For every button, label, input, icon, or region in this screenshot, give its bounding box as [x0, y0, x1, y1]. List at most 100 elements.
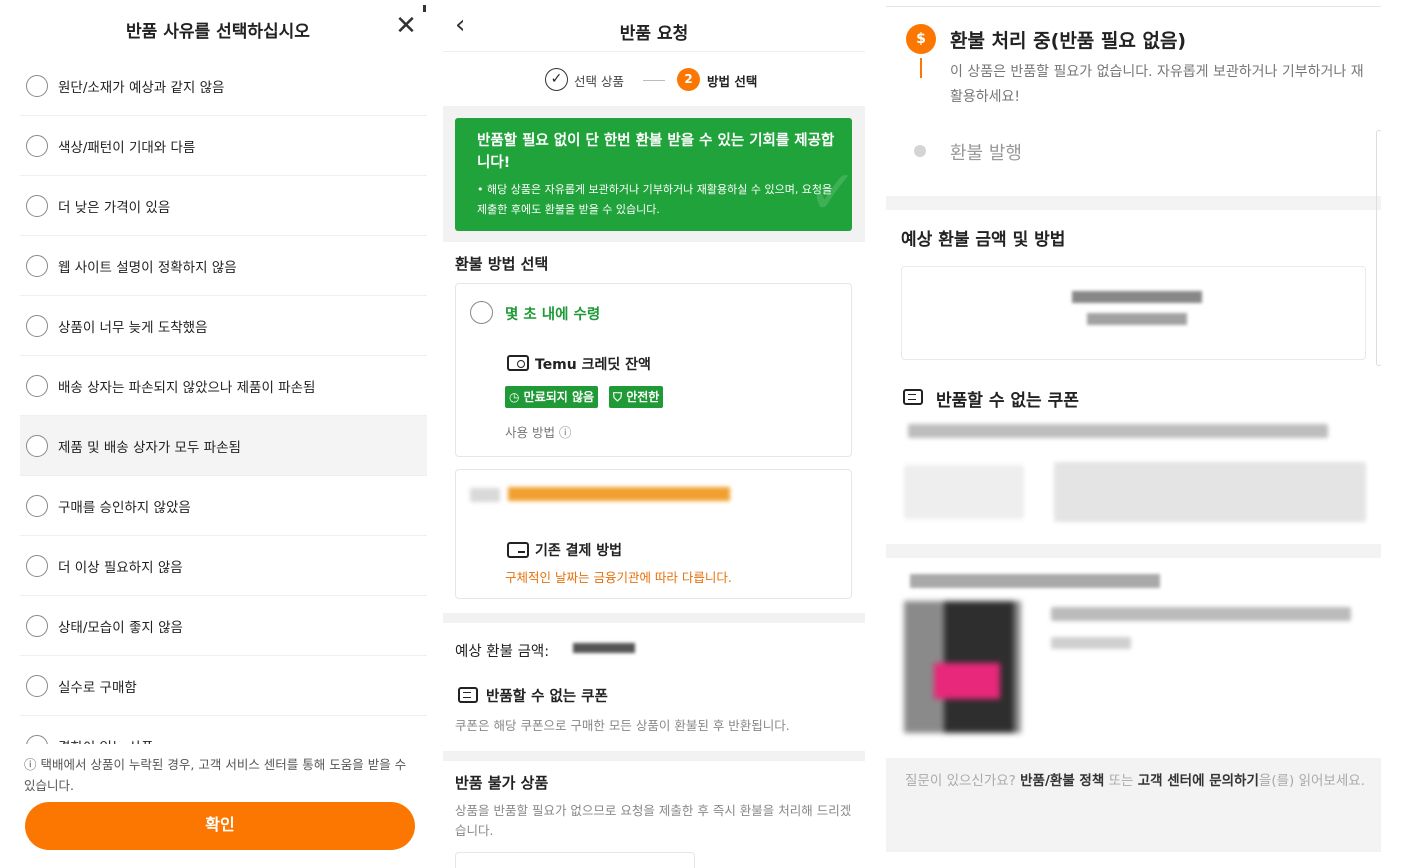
credit-option-card[interactable]: 몇 초 내에 수령 Temu 크레딧 잔액 ◷ 만료되지 않음 ⛉ 안전한 사용…: [455, 283, 852, 457]
reason-radio[interactable]: [26, 75, 48, 97]
shield-icon: ⛉: [613, 390, 623, 404]
redacted-amount: [1072, 291, 1202, 303]
step2-label: 방법 선택: [707, 74, 758, 89]
reason-option[interactable]: 구매를 승인하지 않았음: [20, 476, 427, 536]
refund-method-title: 환불 방법 선택: [455, 255, 549, 273]
processing-desc: 이 상품은 반품할 필요가 없습니다. 자유롭게 보관하거나 기부하거나 재활용…: [950, 64, 1364, 105]
coupon-note: 쿠폰은 해당 쿠폰으로 구매한 모든 상품이 환불된 후 반환됩니다.: [455, 718, 790, 733]
nonreturn-coupon-title: 반품할 수 없는 쿠폰: [486, 689, 608, 705]
expected-refund-title: 예상 환불 금액 및 방법: [901, 230, 1066, 250]
contact-link[interactable]: 고객 센터에 문의하기: [1138, 773, 1259, 789]
reason-option[interactable]: 웹 사이트 설명이 정확하지 않음: [20, 236, 427, 296]
refund-promo-banner: 반품할 필요 없이 단 한번 환불 받을 수 있는 기회를 제공합니다! • 해…: [455, 118, 852, 231]
howto-link[interactable]: 사용 방법 ⓘ: [505, 422, 571, 441]
reason-option[interactable]: 원단/소재가 예상과 같지 않음: [20, 56, 427, 116]
missing-item-note: ⓘ 택배에서 상품이 누락된 경우, 고객 서비스 센터를 통해 도움을 받을 …: [24, 757, 407, 793]
timeline-line: [920, 58, 922, 78]
original-payment-card[interactable]: 기존 결제 방법 구체적인 날짜는 금융기관에 따라 다릅니다.: [455, 469, 852, 599]
reason-label: 상품이 너무 늦게 도착했음: [58, 320, 208, 336]
wallet-icon: [507, 355, 529, 371]
close-icon[interactable]: ✕: [392, 12, 420, 40]
redacted-text: [508, 487, 730, 501]
clock-icon: ◷: [509, 390, 520, 404]
refund-status-page: $ 환불 처리 중(반품 필요 없음) 이 상품은 반품할 필요가 없습니다. …: [886, 0, 1396, 868]
processing-title: 환불 처리 중(반품 필요 없음): [950, 30, 1187, 52]
help-or: 또는: [1104, 773, 1138, 789]
product-image: [904, 601, 1021, 733]
coupon-icon: [903, 389, 923, 405]
original-payment-note: 구체적인 날짜는 금융기관에 따라 다릅니다.: [505, 570, 732, 585]
policy-link[interactable]: 반품/환불 정책: [1020, 773, 1104, 789]
reason-label: 원단/소재가 예상과 같지 않음: [58, 80, 225, 96]
section-divider: [886, 196, 1381, 210]
return-reason-sheet: 반품 사유를 선택하십시오 ✕ 원단/소재가 예상과 같지 않음색상/패턴이 기…: [0, 0, 436, 868]
section-divider-2: [886, 544, 1381, 558]
reason-label: 실수로 구매함: [58, 680, 137, 696]
status-mark: [423, 5, 426, 12]
redacted-coupon-label: [904, 465, 1024, 519]
not-expire-badge: ◷ 만료되지 않음: [505, 386, 599, 408]
banner-title: 반품할 필요 없이 단 한번 환불 받을 수 있는 기회를 제공합니다!: [477, 133, 835, 171]
reason-option[interactable]: 색상/패턴이 기대와 다름: [20, 116, 427, 176]
reason-radio[interactable]: [26, 435, 48, 457]
step-indicator: ✓ 선택 상품 2 방법 선택: [443, 62, 865, 98]
check-circle-icon: ✓: [545, 68, 568, 91]
expected-amount-label: 예상 환불 금액:: [455, 644, 550, 660]
redacted-product-spec: [1051, 637, 1131, 649]
page-header: ‹ 반품 요청: [443, 0, 865, 52]
reason-option[interactable]: 더 낮은 가격이 있음: [20, 176, 427, 236]
step-connector: [643, 80, 665, 81]
reason-radio[interactable]: [26, 135, 48, 157]
safe-label: 안전한: [626, 390, 660, 404]
reason-label: 구매를 승인하지 않았음: [58, 500, 191, 516]
step1-label: 선택 상품: [574, 74, 624, 89]
sheet-title: 반품 사유를 선택하십시오: [126, 22, 310, 42]
reason-radio[interactable]: [26, 555, 48, 577]
help-footer: 질문이 있으신가요? 반품/환불 정책 또는 고객 센터에 문의하기을(를) 읽…: [886, 758, 1381, 852]
banner-bullet: • 해당 상품은 자유롭게 보관하거나 기부하거나 재활용하실 수 있으며, 요…: [477, 183, 833, 216]
nonreturn-items-title: 반품 불가 상품: [455, 774, 549, 792]
reason-option[interactable]: 상품이 너무 늦게 도착했음: [20, 296, 427, 356]
reason-radio[interactable]: [26, 495, 48, 517]
reason-label: 제품 및 배송 상자가 모두 파손됨: [58, 440, 241, 456]
reason-label: 더 이상 필요하지 않음: [58, 560, 183, 576]
timeline-dot: [914, 145, 926, 157]
reason-label: 배송 상자는 파손되지 않았으나 제품이 파손됨: [58, 380, 316, 396]
credit-title: Temu 크레딧 잔액: [535, 357, 651, 373]
reason-radio[interactable]: [26, 675, 48, 697]
instant-receive-label: 몇 초 내에 수령: [505, 307, 601, 323]
reason-label: 색상/패턴이 기대와 다름: [58, 140, 196, 156]
item-card-edge: [455, 852, 695, 868]
credit-radio[interactable]: [470, 301, 493, 324]
step2-number: 2: [677, 68, 700, 91]
not-expire-label: 만료되지 않음: [523, 390, 595, 404]
reason-radio[interactable]: [26, 375, 48, 397]
page-title: 반품 요청: [619, 24, 689, 44]
reason-radio[interactable]: [26, 255, 48, 277]
redacted-icon: [470, 488, 500, 502]
nonreturn-items-note: 상품을 반품할 필요가 없으므로 요청을 제출한 후 즉시 환불을 처리해 드리…: [455, 803, 852, 838]
original-payment-title: 기존 결제 방법: [535, 543, 623, 559]
redacted-product-title: [910, 574, 1160, 588]
redacted-coupon-value: [1054, 462, 1366, 522]
reason-radio[interactable]: [26, 615, 48, 637]
reason-option[interactable]: 상태/모습이 좋지 않음: [20, 596, 427, 656]
top-divider: [886, 6, 1381, 7]
reason-option[interactable]: 제품 및 배송 상자가 모두 파손됨: [20, 416, 427, 476]
reason-option[interactable]: 배송 상자는 파손되지 않았으나 제품이 파손됨: [20, 356, 427, 416]
redacted-product-name: [1051, 607, 1351, 621]
refund-processing-icon: $: [906, 24, 936, 54]
card-icon: [507, 542, 529, 558]
section-divider-2: [443, 751, 865, 761]
reason-option[interactable]: 실수로 구매함: [20, 656, 427, 716]
confirm-button[interactable]: 확인: [25, 802, 415, 850]
reason-radio[interactable]: [26, 195, 48, 217]
safe-badge: ⛉ 안전한: [609, 386, 664, 408]
sheet-header: 반품 사유를 선택하십시오 ✕: [0, 0, 436, 56]
reason-radio[interactable]: [26, 315, 48, 337]
redacted-method: [1087, 313, 1187, 325]
redacted-amount: [573, 643, 635, 653]
refund-issued-label: 환불 발행: [950, 143, 1022, 164]
reason-option[interactable]: 더 이상 필요하지 않음: [20, 536, 427, 596]
refund-amount-box: [901, 266, 1366, 360]
